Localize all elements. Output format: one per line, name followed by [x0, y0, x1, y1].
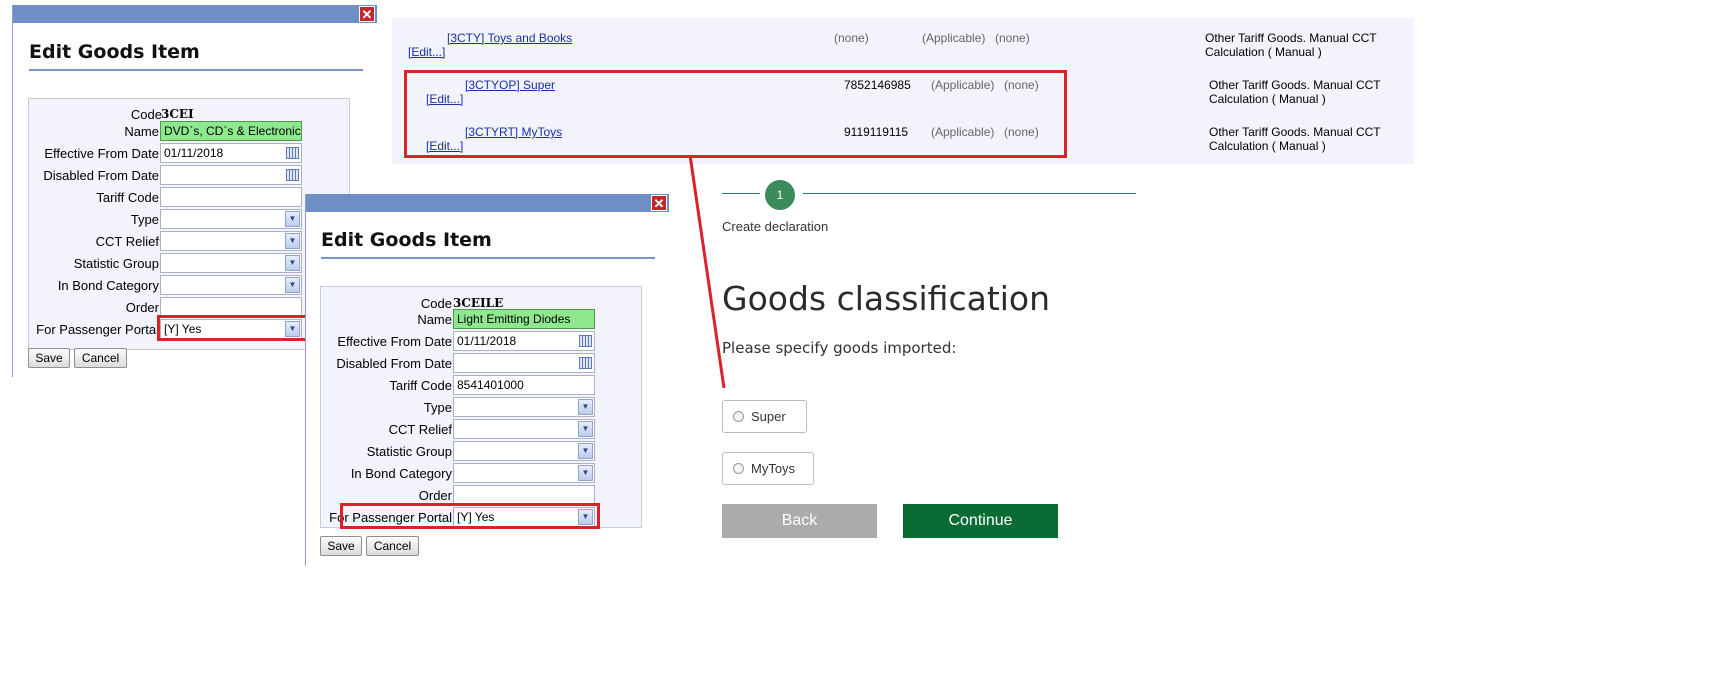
option-mytoys[interactable]: MyToys [722, 452, 814, 485]
highlight-portal-box [340, 503, 600, 529]
order-field[interactable] [453, 485, 595, 505]
type-label: Type [130, 212, 159, 227]
code-value: 3CEILE [453, 296, 504, 310]
order-label: Order [418, 488, 452, 503]
effective-from-label: Effective From Date [337, 334, 452, 349]
statistic-group-label: Statistic Group [366, 444, 452, 459]
dialog-title: Edit Goods Item [321, 229, 655, 259]
effective-from-value: 01/11/2018 [457, 334, 517, 348]
chevron-down-icon[interactable]: ▼ [285, 255, 300, 271]
chevron-down-icon[interactable]: ▼ [578, 399, 593, 415]
calendar-icon[interactable] [579, 357, 592, 369]
statistic-group-select[interactable]: ▼ [160, 253, 302, 273]
save-button[interactable]: Save [320, 536, 362, 556]
passenger-portal-label: For Passenger Portal [36, 322, 159, 337]
effective-from-field[interactable]: 01/11/2018 [160, 143, 302, 163]
step-line-left [722, 193, 760, 194]
order-field[interactable] [160, 297, 302, 317]
radio-button[interactable] [733, 463, 744, 474]
edit-goods-dialog-2: ✕ Edit Goods Item Code 3CEILE Name Light E… [305, 194, 669, 566]
cct-relief-select[interactable]: ▼ [160, 231, 302, 251]
name-label: Name [124, 124, 159, 139]
calendar-icon[interactable] [286, 169, 299, 181]
dialog-title: Edit Goods Item [29, 41, 363, 71]
step-line-right [803, 193, 1136, 194]
disabled-from-field[interactable] [160, 165, 302, 185]
option-label: Super [751, 409, 786, 424]
in-bond-category-label: In Bond Category [57, 278, 159, 293]
type-select[interactable]: ▼ [453, 397, 595, 417]
highlight-portal-box [157, 315, 313, 341]
chevron-down-icon[interactable]: ▼ [578, 421, 593, 437]
disabled-from-field[interactable] [453, 353, 595, 373]
continue-button[interactable]: Continue [903, 504, 1058, 538]
tariff-code-field[interactable]: 8541401000 [453, 375, 595, 395]
in-bond-category-select[interactable]: ▼ [453, 463, 595, 483]
statistic-group-label: Statistic Group [73, 256, 159, 271]
effective-from-value: 01/11/2018 [164, 146, 224, 160]
name-label: Name [417, 312, 452, 327]
statistic-group-select[interactable]: ▼ [453, 441, 595, 461]
cct-relief-label: CCT Relief [95, 234, 159, 249]
page-title: Goods classification [722, 279, 1051, 318]
dialog-titlebar [13, 5, 377, 23]
chevron-down-icon[interactable]: ▼ [578, 465, 593, 481]
tariff-code-label: Tariff Code [96, 190, 159, 205]
code-label: Code [130, 107, 162, 122]
close-icon[interactable]: ✕ [651, 195, 667, 211]
cct-relief-label: CCT Relief [388, 422, 452, 437]
name-field[interactable]: Light Emitting Diodes [453, 309, 595, 329]
cct-relief-select[interactable]: ▼ [453, 419, 595, 439]
in-bond-category-label: In Bond Category [350, 466, 452, 481]
option-label: MyToys [751, 461, 796, 476]
calendar-icon[interactable] [286, 147, 299, 159]
code-value: 3CEI [161, 107, 194, 121]
type-label: Type [423, 400, 452, 415]
edit-form: Code 3CEILE Name Light Emitting Diodes Eff… [320, 286, 642, 528]
cancel-button[interactable]: Cancel [74, 348, 127, 368]
edit-form: Code 3CEI Name DVD`s, CD`s & Electronic Ef… [28, 98, 350, 350]
order-label: Order [125, 300, 159, 315]
calendar-icon[interactable] [579, 335, 592, 347]
effective-from-label: Effective From Date [44, 146, 159, 161]
disabled-from-label: Disabled From Date [43, 168, 159, 183]
chevron-down-icon[interactable]: ▼ [578, 443, 593, 459]
step-label: Create declaration [722, 219, 829, 234]
page-prompt: Please specify goods imported: [722, 339, 957, 357]
radio-button[interactable] [733, 411, 744, 422]
effective-from-field[interactable]: 01/11/2018 [453, 331, 595, 351]
type-select[interactable]: ▼ [160, 209, 302, 229]
chevron-down-icon[interactable]: ▼ [285, 277, 300, 293]
connector-line [688, 154, 726, 389]
option-super[interactable]: Super [722, 400, 807, 433]
name-field[interactable]: DVD`s, CD`s & Electronic [160, 121, 302, 141]
cancel-button[interactable]: Cancel [366, 536, 419, 556]
disabled-from-label: Disabled From Date [336, 356, 452, 371]
dialog-titlebar [306, 194, 669, 212]
step-indicator: 1 [765, 180, 795, 210]
back-button[interactable]: Back [722, 504, 877, 538]
tariff-code-label: Tariff Code [389, 378, 452, 393]
tariff-code-field[interactable] [160, 187, 302, 207]
save-button[interactable]: Save [28, 348, 70, 368]
close-icon[interactable]: ✕ [359, 6, 375, 22]
chevron-down-icon[interactable]: ▼ [285, 211, 300, 227]
chevron-down-icon[interactable]: ▼ [285, 233, 300, 249]
in-bond-category-select[interactable]: ▼ [160, 275, 302, 295]
